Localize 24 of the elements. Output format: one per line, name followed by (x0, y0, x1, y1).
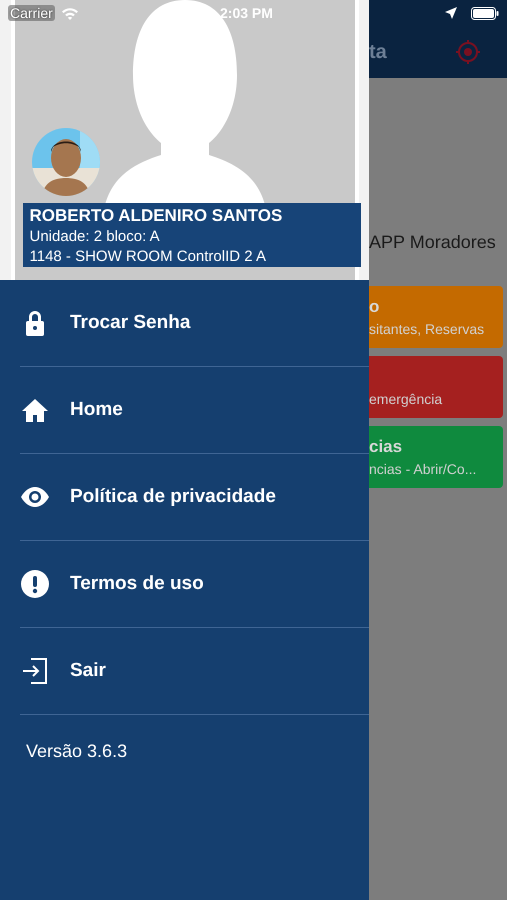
card-subtitle: emergência (369, 391, 444, 407)
version-text: Versão 3.6.3 (26, 741, 128, 762)
card-subtitle: sitantes, Reservas (369, 321, 486, 337)
menu-item[interactable]: Trocar Senha (20, 280, 369, 367)
card-subtitle: ncias - Abrir/Co... (369, 461, 478, 477)
battery-icon (471, 6, 499, 20)
target-icon[interactable] (455, 39, 481, 65)
location-arrow-icon (445, 7, 457, 19)
user-name: ROBERTO ALDENIRO SANTOS (30, 205, 284, 227)
card-title: cias (369, 437, 404, 457)
app-subtitle: APP Moradores (369, 232, 496, 253)
wifi-icon (60, 6, 79, 20)
menu-item[interactable]: Sair (20, 628, 369, 715)
location-text: 1148 - SHOW ROOM ControlID 2 A (30, 247, 267, 267)
unit-text: Unidade: 2 bloco: A (30, 227, 161, 247)
menu-item[interactable]: Política de privacidade (20, 454, 369, 541)
menu-card[interactable]: emergência (369, 356, 503, 418)
alert-icon (20, 569, 50, 599)
menu-item[interactable]: Home (20, 367, 369, 454)
exit-icon (20, 656, 50, 686)
card-title: o (369, 297, 380, 317)
carrier-text: Carrier (8, 5, 55, 21)
menu-item[interactable]: Termos de uso (20, 541, 369, 628)
header-title: ta (369, 40, 387, 64)
